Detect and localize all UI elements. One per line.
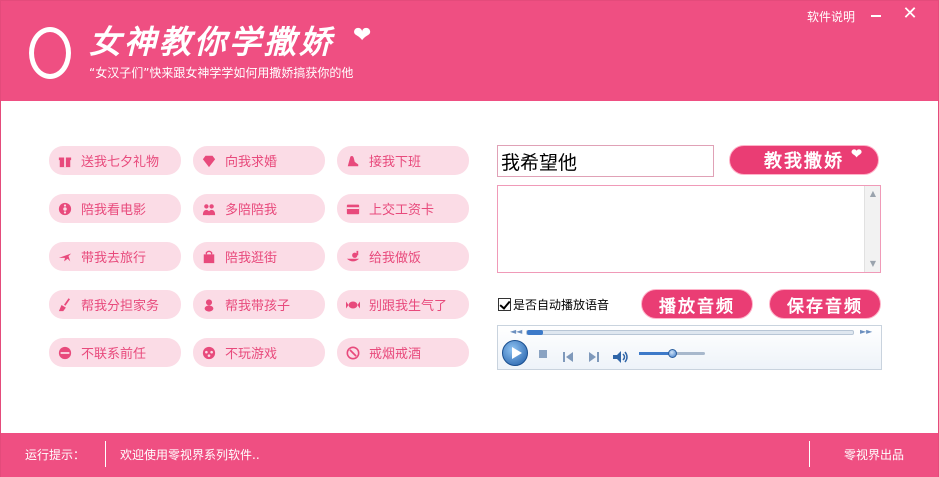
phrase-input[interactable] bbox=[497, 145, 714, 177]
heart-icon: ❤ bbox=[851, 147, 864, 162]
heart-icon: ❤ bbox=[353, 23, 372, 48]
preset-label: 陪我逛街 bbox=[225, 251, 278, 266]
no-entry-icon bbox=[57, 345, 73, 361]
volume-slider[interactable] bbox=[639, 349, 705, 358]
save-audio-button[interactable]: 保存音频 bbox=[769, 289, 881, 319]
candy-icon bbox=[345, 297, 361, 313]
preset-button-propose[interactable]: 向我求婚 bbox=[193, 146, 325, 175]
preset-label: 帮我带孩子 bbox=[225, 299, 291, 314]
film-reel-icon bbox=[57, 201, 73, 217]
airplane-icon bbox=[57, 249, 73, 265]
preset-label: 向我求婚 bbox=[225, 155, 278, 170]
logo-ring-icon bbox=[29, 27, 71, 79]
seek-bar[interactable] bbox=[526, 330, 854, 335]
no-smoking-icon bbox=[345, 345, 361, 361]
play-audio-button[interactable]: 播放音频 bbox=[641, 289, 753, 319]
autoplay-label: 是否自动播放语音 bbox=[513, 298, 610, 312]
speaker-icon[interactable] bbox=[613, 348, 629, 363]
broom-icon bbox=[57, 297, 73, 313]
preset-label: 带我去旅行 bbox=[81, 251, 147, 266]
status-label: 运行提示： bbox=[25, 448, 86, 462]
baby-icon bbox=[201, 297, 217, 313]
preset-label: 多陪陪我 bbox=[225, 203, 278, 218]
vertical-scrollbar[interactable]: ▲ ▼ bbox=[864, 186, 880, 272]
high-heel-icon bbox=[345, 153, 361, 169]
preset-button-childcare[interactable]: 帮我带孩子 bbox=[193, 290, 325, 319]
preset-label: 不联系前任 bbox=[81, 347, 147, 362]
scroll-down-icon[interactable]: ▼ bbox=[867, 258, 879, 270]
preset-button-housework[interactable]: 帮我分担家务 bbox=[49, 290, 181, 319]
media-player: ◄◄ ►► bbox=[497, 325, 882, 370]
divider bbox=[809, 441, 810, 467]
help-link[interactable]: 软件说明 bbox=[807, 8, 855, 25]
preset-label: 不玩游戏 bbox=[225, 347, 278, 362]
preset-label: 陪我看电影 bbox=[81, 203, 147, 218]
output-textarea[interactable]: ▲ ▼ bbox=[497, 185, 881, 273]
preset-label: 别跟我生气了 bbox=[369, 299, 448, 314]
preset-button-quit-smoking[interactable]: 戒烟戒酒 bbox=[337, 338, 469, 367]
divider bbox=[105, 441, 106, 467]
stop-button[interactable] bbox=[537, 348, 549, 360]
preset-button-gift[interactable]: 送我七夕礼物 bbox=[49, 146, 181, 175]
close-button[interactable]: ✕ bbox=[899, 3, 921, 25]
preset-button-company[interactable]: 多陪陪我 bbox=[193, 194, 325, 223]
play-button[interactable] bbox=[502, 340, 528, 366]
gift-icon bbox=[57, 153, 73, 169]
teach-button[interactable]: 教我撒娇 ❤ bbox=[729, 145, 879, 175]
minimize-button[interactable] bbox=[865, 3, 887, 25]
wallet-icon bbox=[345, 201, 361, 217]
diamond-ring-icon bbox=[201, 153, 217, 169]
checkbox-checked[interactable] bbox=[498, 298, 511, 311]
preset-label: 送我七夕礼物 bbox=[81, 155, 160, 170]
preset-label: 接我下班 bbox=[369, 155, 422, 170]
app-window: 女神教你学撒娇 ❤ “女汉子们”快来跟女神学学如何用撒娇搞获你的他 软件说明 ✕… bbox=[0, 0, 939, 477]
preset-button-movie[interactable]: 陪我看电影 bbox=[49, 194, 181, 223]
status-message: 欢迎使用零视界系列软件.. bbox=[120, 448, 260, 462]
preset-button-shopping[interactable]: 陪我逛街 bbox=[193, 242, 325, 271]
preset-label: 帮我分担家务 bbox=[81, 299, 160, 314]
shopping-bag-icon bbox=[201, 249, 217, 265]
preset-label: 上交工资卡 bbox=[369, 203, 435, 218]
preset-button-cook[interactable]: 给我做饭 bbox=[337, 242, 469, 271]
cooking-icon bbox=[345, 249, 361, 265]
couple-icon bbox=[201, 201, 217, 217]
status-bar: 运行提示： 欢迎使用零视界系列软件.. 零视界出品 bbox=[1, 433, 938, 477]
preset-label: 戒烟戒酒 bbox=[369, 347, 422, 362]
preset-label: 给我做饭 bbox=[369, 251, 422, 266]
teach-button-label: 教我撒娇 bbox=[764, 151, 844, 172]
preset-button-no-games[interactable]: 不玩游戏 bbox=[193, 338, 325, 367]
scroll-up-icon[interactable]: ▲ bbox=[867, 188, 879, 200]
app-title: 女神教你学撒娇 bbox=[89, 23, 335, 61]
seek-thumb[interactable] bbox=[527, 330, 543, 335]
fast-forward-icon[interactable]: ►► bbox=[860, 327, 872, 336]
preset-button-no-anger[interactable]: 别跟我生气了 bbox=[337, 290, 469, 319]
brand-label: 零视界出品 bbox=[844, 448, 905, 462]
preset-button-pickup[interactable]: 接我下班 bbox=[337, 146, 469, 175]
preset-button-no-ex[interactable]: 不联系前任 bbox=[49, 338, 181, 367]
app-subtitle: “女汉子们”快来跟女神学学如何用撒娇搞获你的他 bbox=[89, 66, 354, 80]
autoplay-checkbox[interactable]: 是否自动播放语音 bbox=[498, 296, 609, 313]
title-bar[interactable]: 女神教你学撒娇 ❤ “女汉子们”快来跟女神学学如何用撒娇搞获你的他 软件说明 ✕ bbox=[1, 1, 938, 101]
next-track-icon[interactable] bbox=[588, 348, 600, 362]
volume-thumb[interactable] bbox=[668, 349, 677, 358]
game-icon bbox=[201, 345, 217, 361]
preset-button-travel[interactable]: 带我去旅行 bbox=[49, 242, 181, 271]
rewind-icon[interactable]: ◄◄ bbox=[510, 327, 522, 336]
previous-track-icon[interactable] bbox=[562, 348, 574, 362]
preset-button-salary-card[interactable]: 上交工资卡 bbox=[337, 194, 469, 223]
